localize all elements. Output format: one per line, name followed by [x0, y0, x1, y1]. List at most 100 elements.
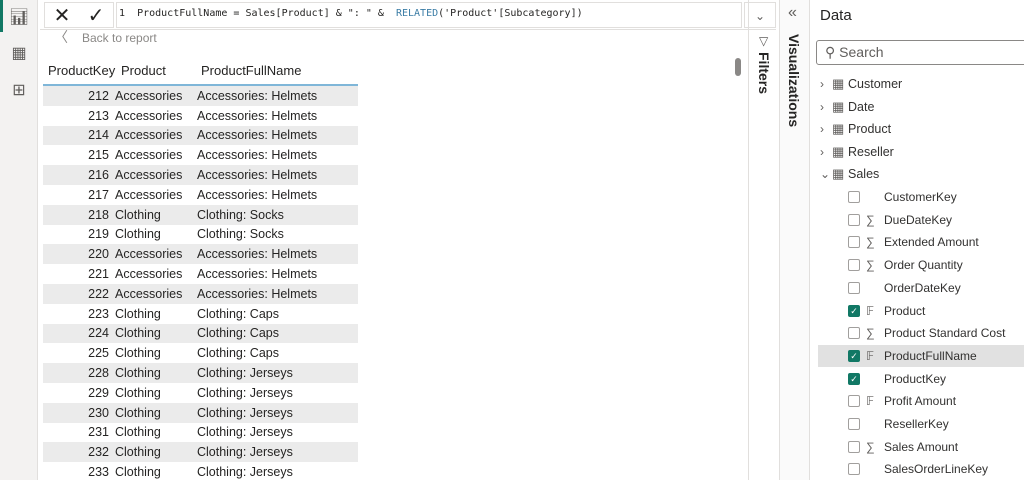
- table-item-date[interactable]: › ▦ Date: [820, 96, 874, 118]
- field-checkbox[interactable]: [848, 418, 860, 430]
- formula-bar: ✕ ✓ 1 ProductFullName = Sales[Product] &…: [40, 0, 776, 30]
- field-checkbox[interactable]: [848, 213, 860, 226]
- table-cell: Clothing: Jerseys: [197, 445, 293, 460]
- search-input[interactable]: ⚲ Search: [816, 40, 1024, 65]
- table-cell: Accessories: Helmets: [197, 148, 318, 163]
- table-cell: 212: [88, 88, 109, 103]
- collapse-chevrons-icon[interactable]: «: [788, 4, 797, 22]
- active-indicator: [0, 0, 3, 32]
- back-to-report-link[interactable]: 〈 Back to report: [54, 27, 157, 47]
- field-checkbox[interactable]: ✓: [848, 372, 860, 385]
- table-cell: Clothing: [115, 445, 161, 460]
- table-item-customer[interactable]: › ▦ Customer: [820, 73, 902, 95]
- table-cell: Accessories: [115, 187, 183, 202]
- report-view-icon[interactable]: 📊︎: [9, 7, 29, 27]
- field-item[interactable]: ✓ ProductKey: [818, 368, 1024, 390]
- table-row: 231 Clothing Clothing: Jerseys: [43, 423, 358, 443]
- table-icon: ▦: [832, 98, 845, 114]
- table-item-product[interactable]: › ▦ Product: [820, 118, 891, 140]
- chevron-right-icon[interactable]: ›: [820, 100, 832, 114]
- table-cell: 230: [88, 405, 109, 420]
- visualizations-label[interactable]: Visualizations: [786, 34, 802, 127]
- field-checkbox[interactable]: [848, 395, 860, 408]
- data-pane: Data ⚲ Search › ▦ Customer › ▦ Date › ▦ Product ›…: [810, 0, 1024, 480]
- table-cell: Clothing: Jerseys: [197, 465, 293, 480]
- table-row: 224 Clothing Clothing: Caps: [43, 323, 358, 344]
- field-item[interactable]: 𝔽 Profit Amount: [818, 390, 1024, 412]
- table-row: 221 Accessories Accessories: Helmets: [43, 264, 358, 284]
- table-item-sales[interactable]: ⌄ ▦ Sales: [820, 163, 879, 185]
- commit-icon[interactable]: ✓: [88, 3, 105, 28]
- table-cell: 232: [88, 445, 109, 460]
- field-checkbox[interactable]: [848, 191, 860, 203]
- field-item[interactable]: ✓ 𝔽 Product: [818, 300, 1024, 322]
- table-row: 213 Accessories Accessories: Helmets: [43, 106, 358, 126]
- table-cell: Accessories: Helmets: [197, 108, 318, 123]
- field-item[interactable]: ∑ Product Standard Cost: [818, 322, 1024, 344]
- field-item[interactable]: SalesOrderLineKey: [818, 458, 1024, 480]
- column-header[interactable]: Product: [121, 63, 201, 78]
- sigma-icon: ∑: [866, 326, 875, 341]
- cancel-icon[interactable]: ✕: [54, 3, 71, 28]
- model-view-icon[interactable]: ⊞: [9, 80, 29, 100]
- sigma-icon: ∑: [866, 235, 875, 250]
- table-cell: Clothing: Jerseys: [197, 405, 293, 420]
- table-cell: Clothing: Caps: [197, 306, 279, 321]
- field-item[interactable]: ResellerKey: [818, 413, 1024, 435]
- table-cell: Clothing: Socks: [197, 207, 284, 222]
- table-icon: ▦: [832, 76, 845, 91]
- filters-label[interactable]: Filters: [756, 52, 772, 94]
- field-checkbox[interactable]: [848, 281, 860, 294]
- chevron-right-icon[interactable]: ›: [820, 145, 832, 159]
- field-checkbox[interactable]: [848, 327, 860, 340]
- table-item-reseller[interactable]: › ▦ Reseller: [820, 141, 894, 163]
- field-checkbox[interactable]: [848, 236, 860, 249]
- field-item[interactable]: ∑ Extended Amount: [818, 231, 1024, 253]
- chevron-left-icon: 〈: [54, 29, 68, 45]
- column-header[interactable]: ProductKey: [43, 63, 121, 78]
- field-item[interactable]: ✓ 𝔽 ProductFullName: [818, 344, 1024, 367]
- chevron-down-icon[interactable]: ⌄: [820, 167, 832, 181]
- table-row: 217 Accessories Accessories: Helmets: [43, 185, 358, 205]
- table-cell: Accessories: Helmets: [197, 168, 318, 183]
- formula-args: ('Product'[Subcategory]): [438, 8, 583, 19]
- scrollbar[interactable]: [735, 58, 741, 76]
- field-item[interactable]: CustomerKey: [818, 186, 1024, 208]
- filters-pane[interactable]: ▽ Filters: [748, 0, 780, 480]
- chevron-right-icon[interactable]: ›: [820, 122, 832, 136]
- table-cell: Clothing: Jerseys: [197, 385, 293, 400]
- table-row: 222 Accessories Accessories: Helmets: [43, 283, 358, 304]
- field-item[interactable]: ∑ Order Quantity: [818, 254, 1024, 276]
- visualizations-pane[interactable]: « Visualizations: [780, 0, 810, 480]
- field-item[interactable]: ∑ DueDateKey: [818, 209, 1024, 231]
- column-header[interactable]: ProductFullName: [201, 63, 358, 78]
- table-cell: Clothing: [115, 405, 161, 420]
- table-cell: Clothing: Socks: [197, 227, 284, 242]
- field-item[interactable]: ∑ Sales Amount: [818, 436, 1024, 458]
- field-item[interactable]: OrderDateKey: [818, 277, 1024, 299]
- left-nav: 📊︎ ▦ ⊞: [0, 0, 38, 480]
- field-name: Profit Amount: [884, 394, 957, 409]
- table-row: 229 Clothing Clothing: Jerseys: [43, 383, 358, 403]
- table-header: ProductKey Product ProductFullName: [43, 56, 358, 86]
- field-checkbox[interactable]: ✓: [848, 304, 860, 317]
- table-cell: Clothing: Jerseys: [197, 425, 293, 440]
- field-checkbox[interactable]: [848, 259, 860, 272]
- table-row: 228 Clothing Clothing: Jerseys: [43, 363, 358, 383]
- sigma-icon: ∑: [866, 439, 875, 454]
- formula-input[interactable]: 1 ProductFullName = Sales[Product] & ": …: [116, 2, 742, 28]
- field-checkbox[interactable]: [848, 440, 860, 453]
- table-cell: Accessories: Helmets: [197, 247, 318, 262]
- field-checkbox[interactable]: [848, 463, 860, 476]
- calculated-column-icon: 𝔽: [866, 394, 875, 409]
- table-view-icon[interactable]: ▦: [9, 43, 29, 63]
- table-cell: 233: [88, 465, 109, 480]
- field-name: CustomerKey: [884, 190, 957, 204]
- field-checkbox[interactable]: ✓: [848, 349, 860, 362]
- field-name: Sales Amount: [884, 439, 959, 454]
- chevron-right-icon[interactable]: ›: [820, 77, 832, 91]
- table-cell: 213: [88, 108, 109, 123]
- table-cell: 231: [88, 425, 109, 440]
- table-cell: Accessories: [115, 128, 183, 143]
- table-cell: Accessories: [115, 148, 183, 163]
